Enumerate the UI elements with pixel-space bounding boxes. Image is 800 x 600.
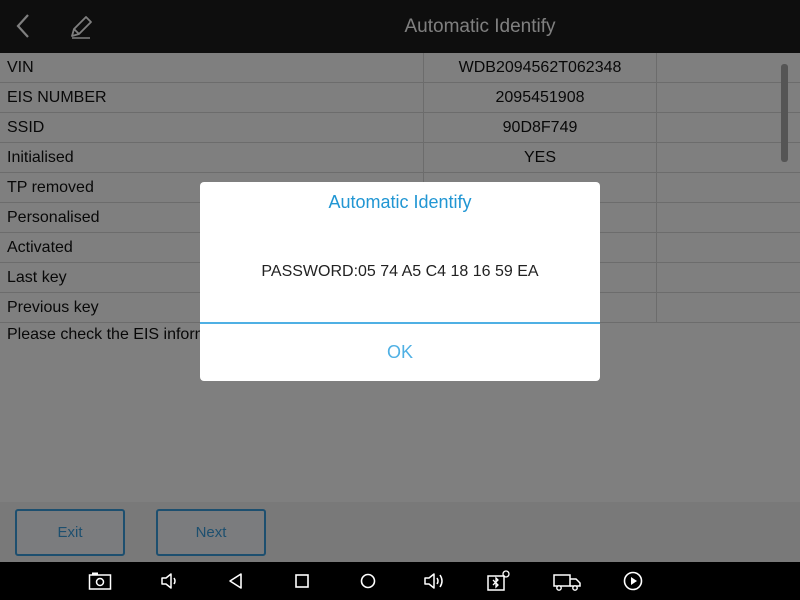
recents-icon[interactable]: [290, 570, 314, 592]
volume-up-icon[interactable]: [422, 570, 446, 592]
vci-icon[interactable]: [486, 570, 510, 592]
home-icon[interactable]: [356, 570, 380, 592]
volume-down-icon[interactable]: [158, 570, 182, 592]
back-icon[interactable]: [224, 570, 248, 592]
play-icon[interactable]: [621, 570, 645, 592]
ok-button[interactable]: OK: [200, 324, 600, 381]
system-nav-bar: [0, 562, 800, 600]
truck-icon[interactable]: [552, 570, 582, 592]
dialog-title: Automatic Identify: [328, 192, 472, 212]
automatic-identify-dialog: Automatic Identify PASSWORD:05 74 A5 C4 …: [200, 182, 600, 381]
screenshot-icon[interactable]: [88, 570, 112, 592]
password-message: PASSWORD:05 74 A5 C4 18 16 59 EA: [261, 263, 539, 280]
